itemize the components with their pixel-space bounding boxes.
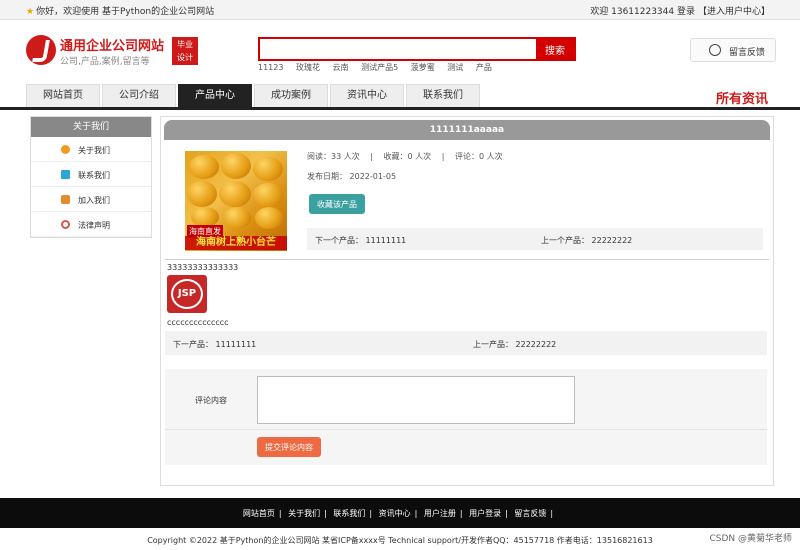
next-product-link[interactable]: 下一产品： 11111111	[173, 339, 256, 350]
star-icon: ★	[26, 7, 35, 17]
sidebar-item-about[interactable]: 关于我们	[31, 137, 151, 162]
all-info-link[interactable]: 所有资讯	[716, 88, 768, 107]
comment-textarea[interactable]	[257, 376, 575, 424]
search-box: 搜索	[258, 37, 576, 61]
hot-word-link[interactable]: 玫瑰花	[296, 63, 320, 72]
product-pager-2: 下一产品： 11111111 上一产品： 22222222	[165, 331, 767, 355]
hot-word-link[interactable]: 11123	[258, 63, 283, 72]
tab-home[interactable]: 网站首页	[26, 84, 100, 107]
view-count: 阅读：33 人次	[307, 152, 360, 161]
lock-icon	[61, 195, 70, 204]
hot-word-link[interactable]: 测试	[447, 63, 463, 72]
prev-product-link[interactable]: 上一产品： 22222222	[473, 339, 556, 350]
site-slogan: 公司,产品,案例,留言等	[60, 57, 150, 67]
footer-link[interactable]: 资讯中心	[379, 509, 411, 518]
document-icon	[61, 170, 70, 179]
footer-links: 网站首页 | 关于我们 | 联系我们 | 资讯中心 | 用户注册 | 用户登录 | 留言反馈…	[242, 509, 554, 518]
sidebar-item-legal[interactable]: 法律声明	[31, 212, 151, 237]
product-image: 海南直发 海南树上熟小台芒	[185, 151, 287, 251]
tab-products[interactable]: 产品中心	[178, 84, 252, 107]
user-status: 欢迎 13611223344 登录 【进入用户中心】	[587, 4, 770, 17]
footer-link[interactable]: 用户注册	[424, 509, 456, 518]
hot-word-link[interactable]: 产品	[476, 63, 492, 72]
copyright: Copyright ©2022 基于Python的企业公司网站 某省ICP备xx…	[147, 536, 653, 545]
divider	[165, 259, 769, 260]
tab-news[interactable]: 资讯中心	[330, 84, 404, 107]
product-description-2: cccccccccccccc	[167, 318, 229, 327]
site-name: 通用企业公司网站	[60, 39, 165, 54]
comment-form: 评论内容 提交评论内容	[165, 369, 767, 465]
image-caption-big: 海南树上熟小台芒	[185, 236, 287, 250]
product-detail: 1111111aaaaa 海南直发 海南树上熟小台芒 阅读：33 人次 | 收藏…	[160, 116, 774, 486]
welcome-user: 欢迎 13611223344 登录	[590, 7, 695, 17]
tab-about[interactable]: 公司介绍	[102, 84, 176, 107]
comment-count: 评论：0 人次	[454, 152, 503, 161]
feedback-button[interactable]: 留言反馈	[690, 38, 776, 62]
sidebar-item-contact[interactable]: 联系我们	[31, 162, 151, 187]
product-title: 1111111aaaaa	[164, 120, 770, 140]
welcome-text: ★ 你好，欢迎使用 基于Python的企业公司网站	[26, 7, 215, 17]
user-center-link[interactable]: 【进入用户中心】	[698, 7, 770, 17]
top-bar: ★ 你好，欢迎使用 基于Python的企业公司网站 欢迎 13611223344 …	[0, 0, 800, 20]
favorite-button[interactable]: 收藏该产品	[309, 194, 365, 214]
power-icon	[61, 220, 70, 229]
product-description: 33333333333333	[167, 263, 239, 272]
headset-icon	[709, 44, 721, 56]
product-stats: 阅读：33 人次 | 收藏：0 人次 | 评论：0 人次	[307, 152, 503, 161]
product-pager: 下一个产品： 11111111 上一个产品： 22222222	[307, 228, 763, 250]
watermark: CSDN @黄菊华老师	[709, 534, 792, 544]
logo-icon	[26, 35, 56, 65]
hot-word-link[interactable]: 菠萝蜜	[411, 63, 435, 72]
footer-link[interactable]: 网站首页	[243, 509, 275, 518]
site-logo[interactable]: 通用企业公司网站 公司,产品,案例,留言等 毕业 设计	[26, 34, 201, 70]
graduation-badge: 毕业 设计	[172, 37, 198, 65]
footer-link[interactable]: 联系我们	[333, 509, 365, 518]
publish-date: 发布日期： 2022-01-05	[307, 172, 397, 181]
hot-word-link[interactable]: 云南	[333, 63, 349, 72]
sun-icon	[61, 145, 70, 154]
prev-product-link[interactable]: 上一个产品： 22222222	[541, 235, 632, 246]
next-product-link[interactable]: 下一个产品： 11111111	[315, 235, 406, 246]
footer-link[interactable]: 关于我们	[288, 509, 320, 518]
search-input[interactable]	[260, 39, 538, 59]
sidebar: 关于我们 关于我们 联系我们 加入我们 法律声明	[30, 116, 152, 238]
comment-label: 评论内容	[195, 396, 227, 405]
jsp-logo-image: JSP	[167, 275, 207, 313]
search-button[interactable]: 搜索	[536, 39, 574, 59]
tab-contact[interactable]: 联系我们	[406, 84, 480, 107]
submit-comment-button[interactable]: 提交评论内容	[257, 437, 321, 457]
hot-words: 11123 玫瑰花 云南 测试产品5 菠萝蜜 测试 产品	[258, 62, 502, 73]
favorite-count: 收藏：0 人次	[383, 152, 432, 161]
footer-bar: 网站首页 | 关于我们 | 联系我们 | 资讯中心 | 用户注册 | 用户登录 | 留言反馈…	[0, 498, 800, 528]
tab-cases[interactable]: 成功案例	[254, 84, 328, 107]
footer-link[interactable]: 留言反馈	[514, 509, 546, 518]
sidebar-title: 关于我们	[31, 117, 151, 137]
main-nav: 网站首页 公司介绍 产品中心 成功案例 资讯中心 联系我们 所有资讯	[0, 84, 800, 110]
sidebar-item-join[interactable]: 加入我们	[31, 187, 151, 212]
footer-link[interactable]: 用户登录	[469, 509, 501, 518]
hot-word-link[interactable]: 测试产品5	[361, 63, 398, 72]
